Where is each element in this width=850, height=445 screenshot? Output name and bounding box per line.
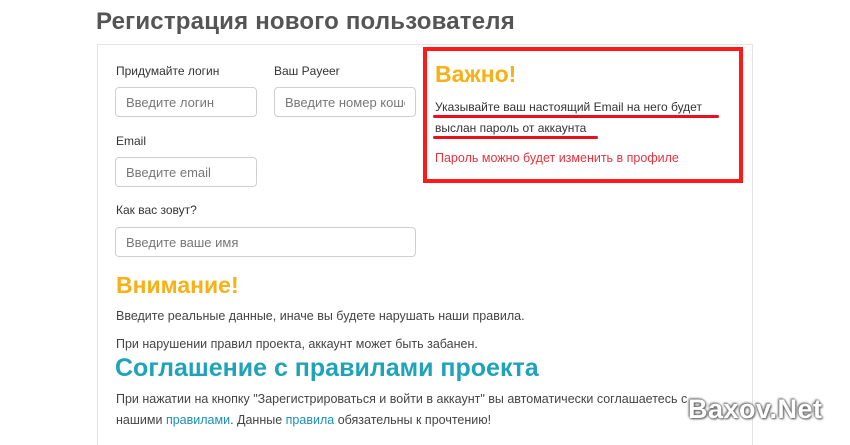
notice-line-1: Указывайте ваш настоящий Email на него б… <box>435 100 702 114</box>
name-label: Как вас зовут? <box>116 203 197 217</box>
payeer-input[interactable] <box>274 87 416 117</box>
warning-text-2: При нарушении правил проекта, аккаунт мо… <box>116 337 478 351</box>
name-input[interactable] <box>115 227 416 257</box>
red-underline-2 <box>433 136 598 139</box>
agreement-heading: Соглашение с правилами проекта <box>115 354 539 382</box>
agreement-text-1: При нажатии на кнопку "Зарегистрироватьс… <box>116 392 688 406</box>
agreement-text-2: нашими правилами. Данные правила обязате… <box>116 413 491 427</box>
email-label: Email <box>116 134 147 148</box>
login-input[interactable] <box>115 87 257 117</box>
watermark: Baxov.Net <box>688 394 823 424</box>
page-title: Регистрация нового пользователя <box>96 8 515 35</box>
notice-title: Важно! <box>435 61 517 87</box>
login-label: Придумайте логин <box>116 64 220 78</box>
warning-text-1: Введите реальные данные, иначе вы будете… <box>116 309 525 323</box>
payeer-label: Ваш Payeer <box>274 64 340 78</box>
agreement-text-end: обязательны к прочтению! <box>337 413 492 427</box>
warning-heading: Внимание! <box>116 272 239 298</box>
password-change-note: Пароль можно будет изменить в профиле <box>435 151 679 165</box>
rules-link-1[interactable]: правилами <box>166 413 230 427</box>
email-input[interactable] <box>115 157 257 187</box>
agreement-text-mid: . Данные <box>230 413 283 427</box>
important-notice-box: Важно! Указывайте ваш настоящий Email на… <box>423 47 743 183</box>
notice-line-2: выслан пароль от аккаунта <box>435 121 587 135</box>
red-underline-1 <box>433 115 719 118</box>
agreement-text-start: нашими <box>116 413 163 427</box>
rules-link-2[interactable]: правила <box>286 413 335 427</box>
